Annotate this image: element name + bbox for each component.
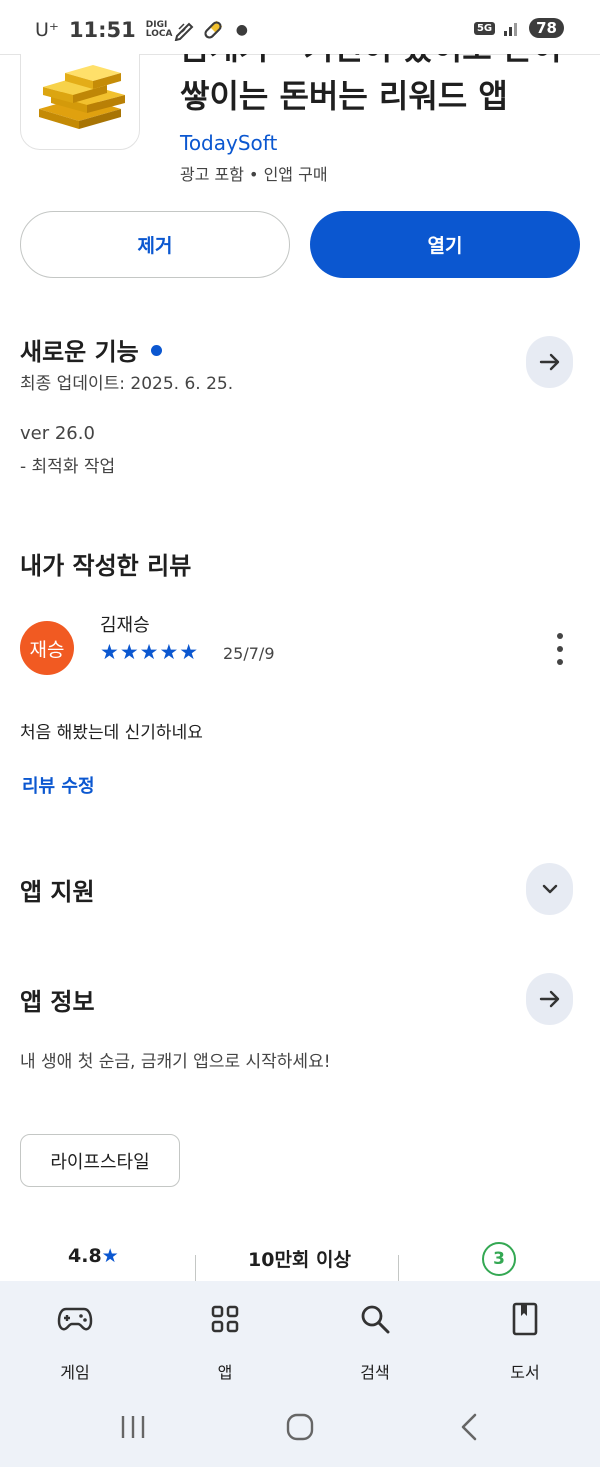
network-5g-icon: 5G bbox=[473, 21, 496, 35]
rating-stars: ★★★★★ bbox=[100, 640, 200, 664]
bottom-navigation: 게임 앱 검색 도서 bbox=[0, 1281, 600, 1393]
system-navigation-bar bbox=[0, 1393, 600, 1467]
nav-apps[interactable]: 앱 bbox=[150, 1281, 300, 1393]
status-time: 11:51 bbox=[68, 18, 136, 42]
arrow-right-icon bbox=[539, 990, 559, 1008]
star-icon: ★ bbox=[101, 1245, 119, 1267]
my-review-title: 내가 작성한 리뷰 bbox=[20, 552, 192, 580]
review-text: 처음 해봤는데 신기하네요 bbox=[20, 723, 203, 743]
arrow-right-icon bbox=[539, 353, 559, 371]
pill-icon bbox=[204, 20, 222, 39]
rating-value: 4.8 bbox=[68, 1245, 102, 1267]
digi-loca-icon: DIGI LOCA bbox=[145, 20, 173, 39]
nav-search-label: 검색 bbox=[360, 1363, 390, 1382]
whats-new-arrow-button[interactable] bbox=[526, 336, 573, 388]
stat-divider bbox=[398, 1255, 399, 1281]
developer-link[interactable]: TodaySoft bbox=[180, 131, 277, 155]
whats-new-title: 새로운 기능 bbox=[20, 338, 139, 366]
app-meta: 광고 포함 • 인앱 구매 bbox=[180, 165, 328, 184]
reviewer-name: 김재승 bbox=[100, 615, 150, 636]
battery-indicator: 78 bbox=[529, 18, 564, 38]
review-date: 25/7/9 bbox=[223, 644, 275, 663]
whats-new-header[interactable]: 새로운 기능 bbox=[20, 332, 162, 367]
carrier-label: U⁺ bbox=[35, 19, 59, 41]
status-bar: U⁺ 11:51 DIGI LOCA ● 5G 78 bbox=[0, 0, 600, 54]
app-info-arrow-button[interactable] bbox=[526, 973, 573, 1025]
category-chip[interactable]: 라이프스타일 bbox=[20, 1134, 180, 1187]
app-support-title[interactable]: 앱 지원 bbox=[20, 872, 95, 907]
open-button[interactable]: 열기 bbox=[310, 211, 580, 278]
nav-apps-label: 앱 bbox=[217, 1363, 233, 1382]
nav-games[interactable]: 게임 bbox=[0, 1281, 150, 1393]
release-notes: - 최적화 작업 bbox=[20, 457, 116, 477]
avatar: 재승 bbox=[20, 621, 74, 675]
more-options-icon[interactable] bbox=[553, 633, 567, 665]
gamepad-icon bbox=[57, 1307, 93, 1331]
nav-games-label: 게임 bbox=[60, 1363, 90, 1382]
new-indicator-dot bbox=[150, 344, 162, 356]
chevron-down-icon bbox=[542, 884, 557, 894]
last-updated: 최종 업데이트: 2025. 6. 25. bbox=[20, 374, 234, 394]
stat-divider bbox=[195, 1255, 196, 1281]
edit-review-link[interactable]: 리뷰 수정 bbox=[22, 772, 95, 798]
book-icon bbox=[512, 1302, 538, 1336]
search-icon bbox=[361, 1305, 390, 1334]
home-icon[interactable] bbox=[285, 1412, 315, 1442]
app-info-title[interactable]: 앱 정보 bbox=[20, 982, 95, 1017]
signal-icon bbox=[504, 23, 518, 36]
age-rating-badge: 3 bbox=[482, 1242, 516, 1276]
apps-grid-icon bbox=[211, 1305, 239, 1333]
version-text: ver 26.0 bbox=[20, 423, 95, 444]
nav-books[interactable]: 도서 bbox=[450, 1281, 600, 1393]
app-title-line2: 쌓이는 돈버는 리워드 앱 bbox=[180, 77, 508, 115]
remove-button[interactable]: 제거 bbox=[20, 211, 290, 278]
notification-dot-icon: ● bbox=[235, 22, 249, 38]
recent-apps-icon[interactable] bbox=[118, 1413, 148, 1441]
nav-search[interactable]: 검색 bbox=[300, 1281, 450, 1393]
back-icon[interactable] bbox=[457, 1412, 481, 1442]
app-support-expand-button[interactable] bbox=[526, 863, 573, 915]
rating-stat: 4.8★ bbox=[68, 1245, 119, 1267]
nav-books-label: 도서 bbox=[510, 1363, 540, 1382]
app-description: 내 생애 첫 순금, 금캐기 앱으로 시작하세요! bbox=[20, 1052, 331, 1072]
pencil-ruler-icon bbox=[174, 22, 194, 41]
downloads-stat: 10만회 이상 bbox=[248, 1249, 351, 1271]
